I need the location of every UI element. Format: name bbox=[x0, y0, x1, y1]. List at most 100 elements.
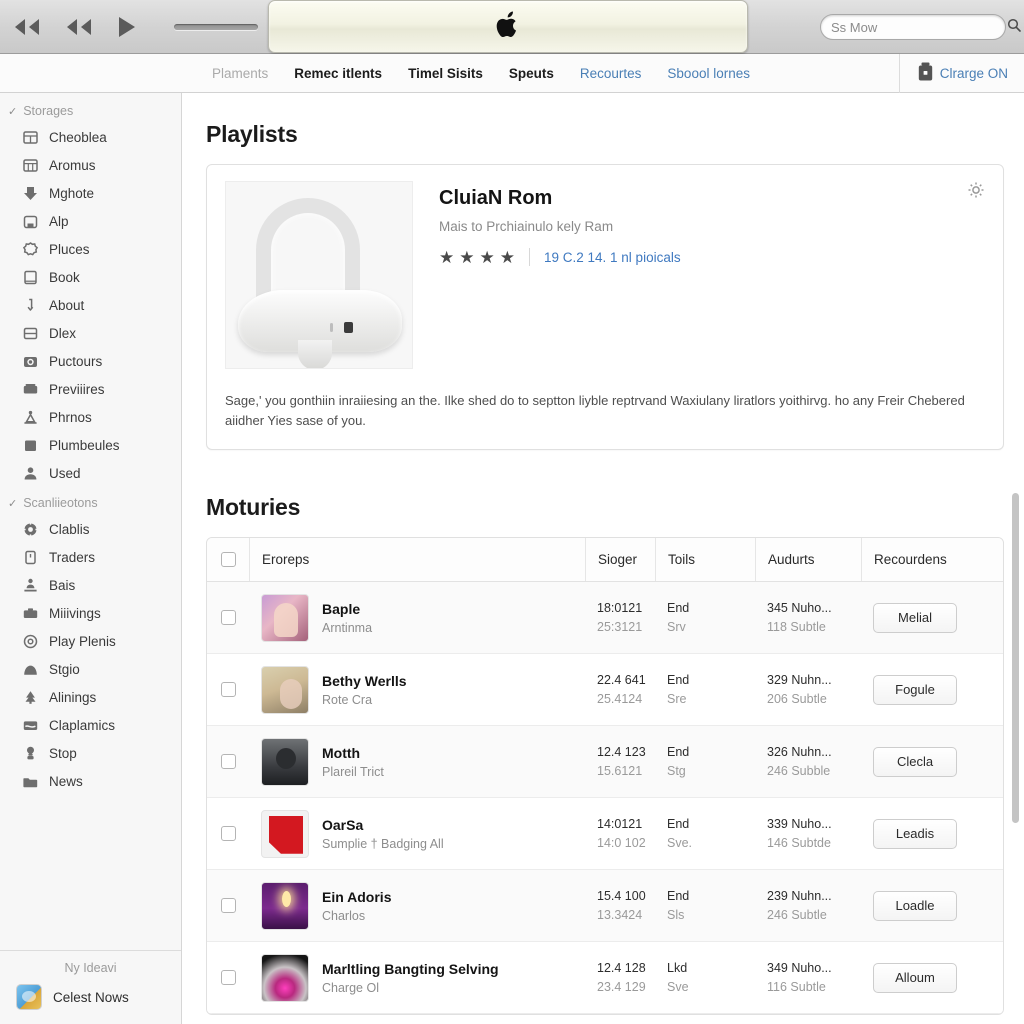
row-name-cell: Baple Arntinma bbox=[249, 582, 585, 653]
sidebar-item-phrnos[interactable]: Phrnos bbox=[0, 403, 181, 431]
sidebar-item-label: Cheoblea bbox=[49, 129, 107, 145]
player-chrome-bar bbox=[0, 0, 1024, 54]
row-recourdens-cell: Clecla bbox=[861, 726, 1003, 797]
nav-tab-1[interactable]: Remec itlents bbox=[294, 66, 382, 81]
row-audurts-top: 345 Nuho... bbox=[767, 601, 832, 616]
sidebar-item-alinings[interactable]: Alinings bbox=[0, 683, 181, 711]
sidebar-item-dlex[interactable]: Dlex bbox=[0, 319, 181, 347]
sidebar-item-plumbeules[interactable]: Plumbeules bbox=[0, 431, 181, 459]
nav-tab-2[interactable]: Timel Sisits bbox=[408, 66, 483, 81]
row-action-button[interactable]: Fogule bbox=[873, 674, 957, 705]
sidebar-item-label: Mghote bbox=[49, 185, 95, 201]
sidebar-item-about[interactable]: About bbox=[0, 291, 181, 319]
row-checkbox[interactable] bbox=[220, 610, 236, 626]
sidebar-item-stgio[interactable]: Stgio bbox=[0, 655, 181, 683]
sidebar-item-label: Plumbeules bbox=[49, 437, 120, 453]
row-action-button[interactable]: Leadis bbox=[873, 818, 957, 849]
rewind-icon[interactable] bbox=[64, 16, 94, 38]
row-toils-cell: End Sls bbox=[655, 870, 755, 941]
charge-status[interactable]: Clrarge ON bbox=[898, 54, 1008, 93]
nav-tab-4[interactable]: Recourtes bbox=[580, 66, 642, 81]
sidebar-item-stop[interactable]: Stop bbox=[0, 739, 181, 767]
sidebar-item-book[interactable]: Book bbox=[0, 263, 181, 291]
table-row[interactable]: Motth Plareil Trict 12.4 123 15.6121 End… bbox=[207, 726, 1003, 799]
row-action-button[interactable]: Clecla bbox=[873, 746, 957, 777]
sidebar-item-puctours[interactable]: Puctours bbox=[0, 347, 181, 375]
sidebar-item-cheoblea[interactable]: Cheoblea bbox=[0, 123, 181, 151]
hero-info: CluiaN Rom Mais to Prchiainulo kely Ram … bbox=[439, 181, 985, 369]
row-audurts-cell: 329 Nuhn... 206 Subtle bbox=[755, 654, 861, 725]
sidebar-item-bais[interactable]: Bais bbox=[0, 571, 181, 599]
vertical-scrollbar[interactable] bbox=[1012, 493, 1019, 823]
sidebar-item-play-plenis[interactable]: Play Plenis bbox=[0, 627, 181, 655]
nav-tab-5[interactable]: Sboool lornes bbox=[667, 66, 750, 81]
sidebar-item-mghote[interactable]: Mghote bbox=[0, 179, 181, 207]
album-art-icon bbox=[261, 593, 309, 642]
row-checkbox[interactable] bbox=[220, 898, 236, 914]
search-box[interactable] bbox=[820, 14, 1021, 40]
column-header-sioger[interactable]: Sioger bbox=[585, 538, 655, 582]
rewind-start-icon[interactable] bbox=[12, 16, 42, 38]
star-icon-1[interactable]: ★ bbox=[439, 249, 454, 266]
row-sioger-bottom: 23.4 129 bbox=[597, 980, 646, 995]
row-toils-bottom: Srv bbox=[667, 620, 686, 635]
product-image bbox=[225, 181, 413, 369]
sidebar-item-news[interactable]: News bbox=[0, 767, 181, 795]
search-input[interactable] bbox=[831, 19, 1007, 35]
sidebar-item-claplamics[interactable]: Claplamics bbox=[0, 711, 181, 739]
sidebar-item-previiires[interactable]: Previiires bbox=[0, 375, 181, 403]
sidebar-item-miiivings[interactable]: Miiivings bbox=[0, 599, 181, 627]
rating-stars[interactable]: ★ ★ ★ ★ bbox=[439, 249, 515, 266]
column-header-recourdens[interactable]: Recourdens bbox=[861, 538, 1003, 582]
column-header-toils[interactable]: Toils bbox=[655, 538, 755, 582]
row-audurts-cell: 339 Nuho... 146 Subtde bbox=[755, 798, 861, 869]
app-body: ✓ Storages Cheoblea Aromus Mghote Alp Pluces… bbox=[0, 93, 1024, 1024]
row-checkbox[interactable] bbox=[220, 970, 236, 986]
row-checkbox[interactable] bbox=[220, 754, 236, 770]
sidebar-item-clablis[interactable]: Clablis bbox=[0, 515, 181, 543]
nav-tab-3[interactable]: Speuts bbox=[509, 66, 554, 81]
row-audurts-top: 339 Nuho... bbox=[767, 817, 832, 832]
volume-slider[interactable] bbox=[174, 23, 258, 30]
sidebar-footer-item[interactable]: Celest Nows bbox=[0, 984, 181, 1010]
row-checkbox[interactable] bbox=[220, 682, 236, 698]
table-row[interactable]: Ein Adoris Charlos 15.4 100 13.3424 End … bbox=[207, 870, 1003, 943]
table-row[interactable]: Marltling Bangting Selving Charge Ol 12.… bbox=[207, 942, 1003, 1015]
sidebar-item-used[interactable]: Used bbox=[0, 459, 181, 487]
row-action-button[interactable]: Alloum bbox=[873, 962, 957, 993]
star-icon-2[interactable]: ★ bbox=[459, 249, 474, 266]
meta-divider bbox=[529, 248, 530, 266]
briefcase-icon bbox=[22, 605, 39, 622]
sidebar-item-traders[interactable]: Traders bbox=[0, 543, 181, 571]
select-all-checkbox[interactable] bbox=[220, 552, 236, 568]
column-header-audurts[interactable]: Audurts bbox=[755, 538, 861, 582]
row-checkbox[interactable] bbox=[220, 826, 236, 842]
sidebar-scroll[interactable]: ✓ Storages Cheoblea Aromus Mghote Alp Pluces… bbox=[0, 93, 181, 950]
row-recourdens-cell: Loadle bbox=[861, 870, 1003, 941]
table-row[interactable]: OarSa Sumplie † Badging All 14:0121 14:0… bbox=[207, 798, 1003, 871]
column-header-eroreps[interactable]: Eroreps bbox=[249, 538, 585, 582]
sidebar-item-pluces[interactable]: Pluces bbox=[0, 235, 181, 263]
star-icon-4[interactable]: ★ bbox=[500, 249, 515, 266]
table-header-row: Eroreps Sioger Toils Audurts Recourdens bbox=[207, 538, 1003, 583]
sidebar-group-storages[interactable]: ✓ Storages bbox=[0, 101, 181, 123]
sidebar-item-aromus[interactable]: Aromus bbox=[0, 151, 181, 179]
badge-icon bbox=[22, 241, 39, 258]
sidebar-item-alp[interactable]: Alp bbox=[0, 207, 181, 235]
playlist-hero-card[interactable]: CluiaN Rom Mais to Prchiainulo kely Ram … bbox=[206, 164, 1004, 451]
table-row[interactable]: Baple Arntinma 18:0121 25:3121 End Srv 3… bbox=[207, 582, 1003, 655]
play-icon[interactable] bbox=[116, 15, 138, 39]
hero-link[interactable]: 19 C.2 14. 1 nl pioicals bbox=[544, 250, 681, 265]
sidebar-item-label: Claplamics bbox=[49, 717, 116, 733]
nav-tab-0[interactable]: Plaments bbox=[212, 66, 268, 81]
star-icon-3[interactable]: ★ bbox=[480, 249, 495, 266]
row-action-button[interactable]: Melial bbox=[873, 602, 957, 633]
sidebar-item-label: Puctours bbox=[49, 353, 103, 369]
user-stand-icon bbox=[22, 577, 39, 594]
search-icon[interactable] bbox=[1007, 18, 1021, 37]
now-playing-display[interactable] bbox=[268, 0, 748, 53]
sidebar-group-scanliieotons[interactable]: ✓ Scanliieotons bbox=[0, 493, 181, 515]
table-row[interactable]: Bethy Werlls Rote Cra 22.4 641 25.4124 E… bbox=[207, 654, 1003, 727]
gear-icon[interactable] bbox=[967, 181, 985, 199]
row-action-button[interactable]: Loadle bbox=[873, 890, 957, 921]
